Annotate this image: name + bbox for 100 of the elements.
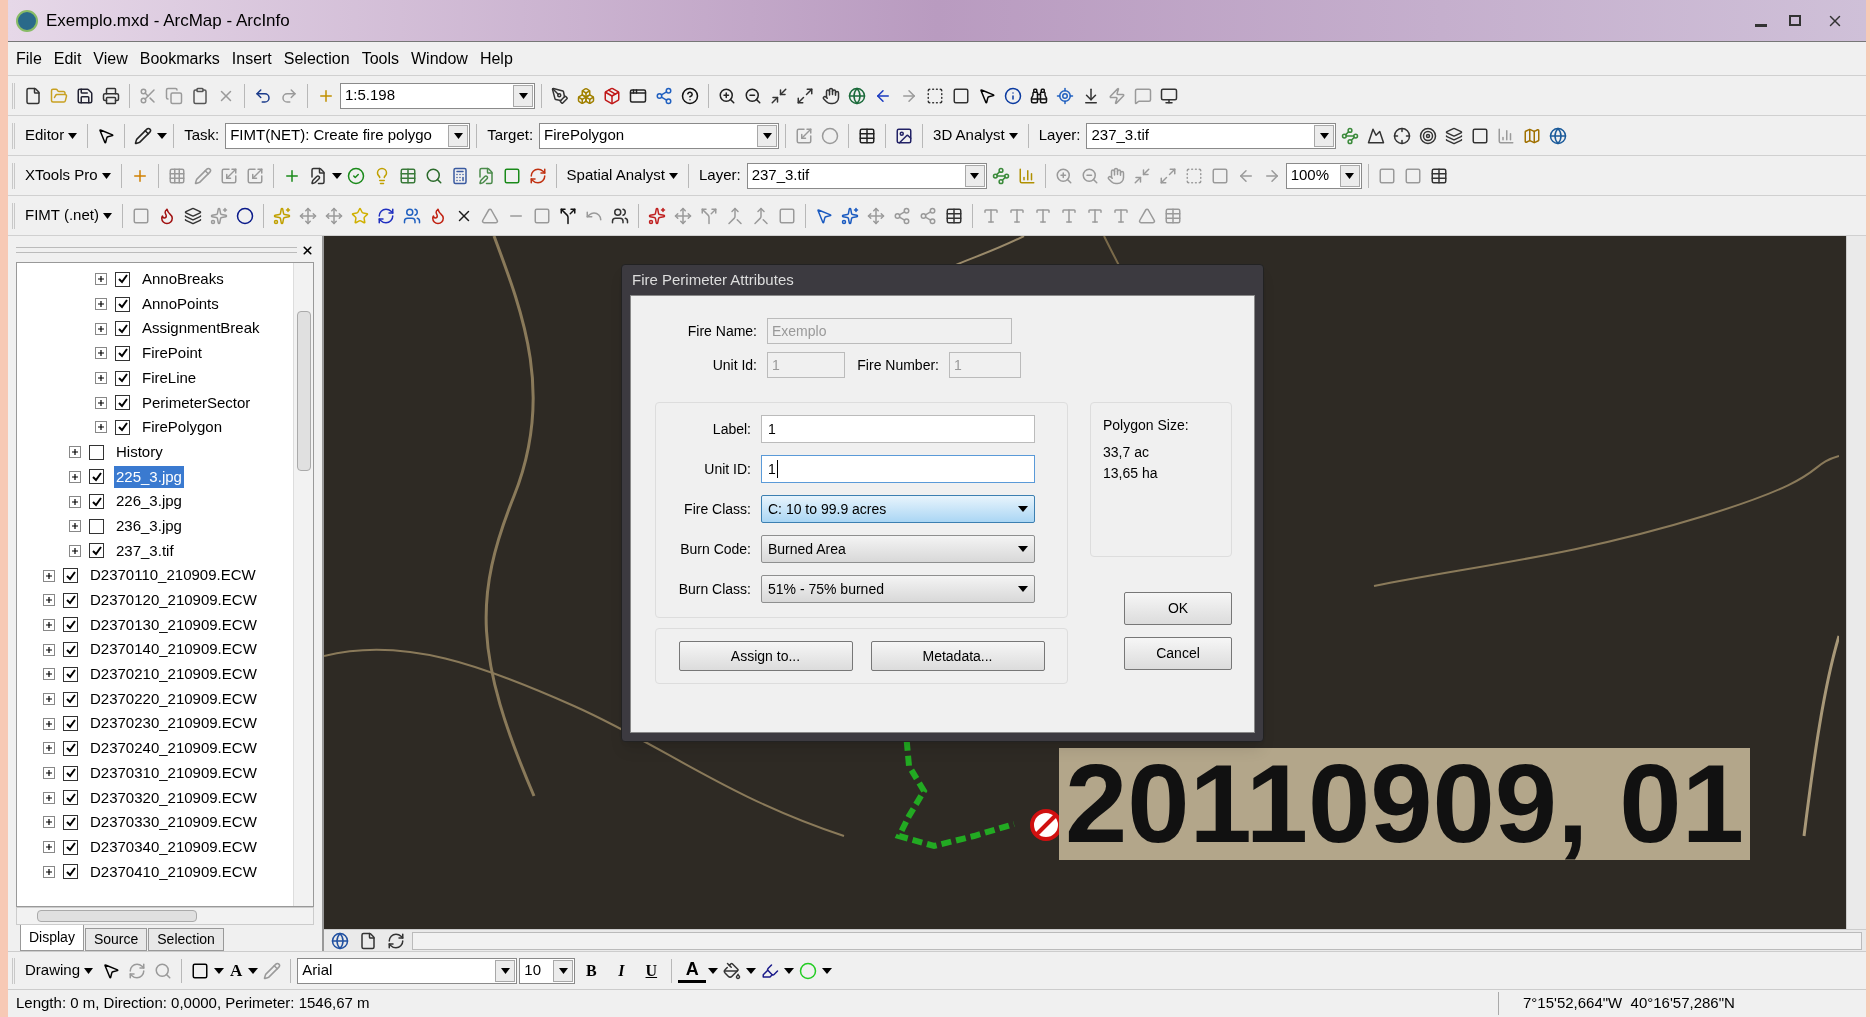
layer-checkbox[interactable] <box>115 296 130 312</box>
expand-icon[interactable] <box>95 396 107 409</box>
expand-icon[interactable] <box>95 298 107 311</box>
layer-checkbox[interactable] <box>89 543 104 559</box>
layer-name[interactable]: FireLine <box>140 366 199 390</box>
menu-item[interactable]: Edit <box>53 46 82 71</box>
close-icon[interactable] <box>301 243 314 257</box>
layer-name[interactable]: History <box>114 440 165 464</box>
zoom-combo[interactable]: 100% <box>1285 162 1362 189</box>
layer-name[interactable]: AssignmentBreak <box>140 317 262 340</box>
layer-name[interactable]: D2370230_210909.ECW <box>88 712 259 735</box>
menu-item[interactable]: View <box>93 46 128 71</box>
menu-item[interactable]: Help <box>479 46 513 71</box>
panel-tab[interactable]: Display <box>20 925 84 951</box>
layer-checkbox[interactable] <box>63 666 78 682</box>
layer-checkbox[interactable] <box>89 518 104 534</box>
layer-name[interactable]: D2370220_210909.ECW <box>88 687 259 711</box>
action-button[interactable]: Assign to... <box>678 641 853 671</box>
layer-checkbox[interactable] <box>89 494 104 510</box>
dialog-button[interactable]: OK <box>1124 592 1232 625</box>
layer-name[interactable]: D2370340_210909.ECW <box>88 835 259 859</box>
menu-item[interactable]: Tools <box>361 46 399 71</box>
panel-tab[interactable]: Source <box>84 928 148 951</box>
menu-item[interactable]: Selection <box>283 46 350 71</box>
layer-name[interactable]: D2370140_210909.ECW <box>88 638 259 661</box>
layer-name[interactable]: AnnoBreaks <box>140 268 226 291</box>
layer-combo[interactable]: 237_3.tif <box>746 162 987 189</box>
layer-checkbox[interactable] <box>115 345 130 361</box>
layer-name[interactable]: D2370330_210909.ECW <box>88 811 259 834</box>
target-combo[interactable]: FirePolygon <box>539 122 780 149</box>
scrollbar[interactable] <box>293 263 313 906</box>
expand-icon[interactable] <box>69 495 81 508</box>
text-field[interactable]: 1 <box>761 455 1035 483</box>
underline-button[interactable]: U <box>637 958 666 983</box>
expand-icon[interactable] <box>69 520 81 533</box>
layer-name[interactable]: 226_3.jpg <box>114 490 184 513</box>
fimt-menu[interactable]: FIMT (.net) <box>21 202 116 229</box>
scale-combo[interactable]: 1:5.198 <box>340 82 535 109</box>
layer-name[interactable]: D2370310_210909.ECW <box>88 761 259 785</box>
expand-icon[interactable] <box>69 470 81 483</box>
menu-item[interactable]: File <box>16 46 42 71</box>
expand-icon[interactable] <box>95 347 107 360</box>
layer-checkbox[interactable] <box>63 568 78 584</box>
layer-checkbox[interactable] <box>115 419 130 435</box>
scrollbar[interactable] <box>16 907 314 925</box>
layer-checkbox[interactable] <box>63 716 78 732</box>
layer-name[interactable]: AnnoPoints <box>140 292 221 316</box>
expand-icon[interactable] <box>69 544 81 557</box>
expand-icon[interactable] <box>43 618 55 631</box>
layer-checkbox[interactable] <box>63 592 78 608</box>
expand-icon[interactable] <box>43 767 55 780</box>
scrollbar[interactable] <box>412 931 1862 950</box>
text-field[interactable]: 1 <box>761 415 1035 443</box>
layer-name[interactable]: FirePolygon <box>140 416 225 439</box>
layer-checkbox[interactable] <box>63 642 78 658</box>
scrollbar[interactable] <box>1846 236 1866 929</box>
xtools-menu[interactable]: XTools Pro <box>21 162 115 189</box>
bold-button[interactable]: B <box>577 958 606 983</box>
font-size-combo[interactable]: 10 <box>519 957 576 984</box>
editor-menu[interactable]: Editor <box>21 122 82 149</box>
layer-checkbox[interactable] <box>63 765 78 781</box>
layer-combo[interactable]: 237_3.tif <box>1086 122 1337 149</box>
menu-item[interactable]: Bookmarks <box>139 46 220 71</box>
layer-name[interactable]: PerimeterSector <box>140 391 253 415</box>
layer-name[interactable]: D2370240_210909.ECW <box>88 737 259 760</box>
expand-icon[interactable] <box>43 569 55 582</box>
layer-name[interactable]: D2370210_210909.ECW <box>88 663 259 686</box>
dropdown[interactable]: C: 10 to 99.9 acres <box>761 495 1035 523</box>
layer-name[interactable]: 237_3.tif <box>114 539 176 563</box>
expand-icon[interactable] <box>43 742 55 755</box>
expand-icon[interactable] <box>43 816 55 829</box>
expand-icon[interactable] <box>69 446 81 459</box>
analyst-menu[interactable]: 3D Analyst <box>929 122 1022 149</box>
layer-checkbox[interactable] <box>115 395 130 411</box>
layer-checkbox[interactable] <box>63 864 78 880</box>
dropdown[interactable]: Burned Area <box>761 535 1035 563</box>
layer-name[interactable]: D2370130_210909.ECW <box>88 613 259 637</box>
layer-name[interactable]: 225_3.jpg <box>114 465 184 489</box>
expand-icon[interactable] <box>43 693 55 706</box>
expand-icon[interactable] <box>95 421 107 434</box>
panel-tab[interactable]: Selection <box>148 928 224 951</box>
expand-icon[interactable] <box>43 594 55 607</box>
spatial-analyst-menu[interactable]: Spatial Analyst <box>562 162 682 189</box>
layer-checkbox[interactable] <box>63 814 78 830</box>
layer-checkbox[interactable] <box>63 839 78 855</box>
menu-item[interactable]: Window <box>411 46 468 71</box>
layer-name[interactable]: D2370410_210909.ECW <box>88 860 259 884</box>
layer-checkbox[interactable] <box>115 271 130 287</box>
expand-icon[interactable] <box>43 791 55 804</box>
layer-checkbox[interactable] <box>63 790 78 806</box>
layer-checkbox[interactable] <box>89 444 104 460</box>
dropdown[interactable]: 51% - 75% burned <box>761 575 1035 603</box>
text-tool-button[interactable]: A <box>226 957 247 984</box>
font-color-button[interactable]: A <box>678 957 707 984</box>
expand-icon[interactable] <box>43 865 55 878</box>
layer-checkbox[interactable] <box>63 740 78 756</box>
drawing-menu[interactable]: Drawing <box>21 957 98 984</box>
layer-name[interactable]: D2370320_210909.ECW <box>88 786 259 810</box>
expand-icon[interactable] <box>95 273 107 286</box>
layer-checkbox[interactable] <box>115 370 130 386</box>
